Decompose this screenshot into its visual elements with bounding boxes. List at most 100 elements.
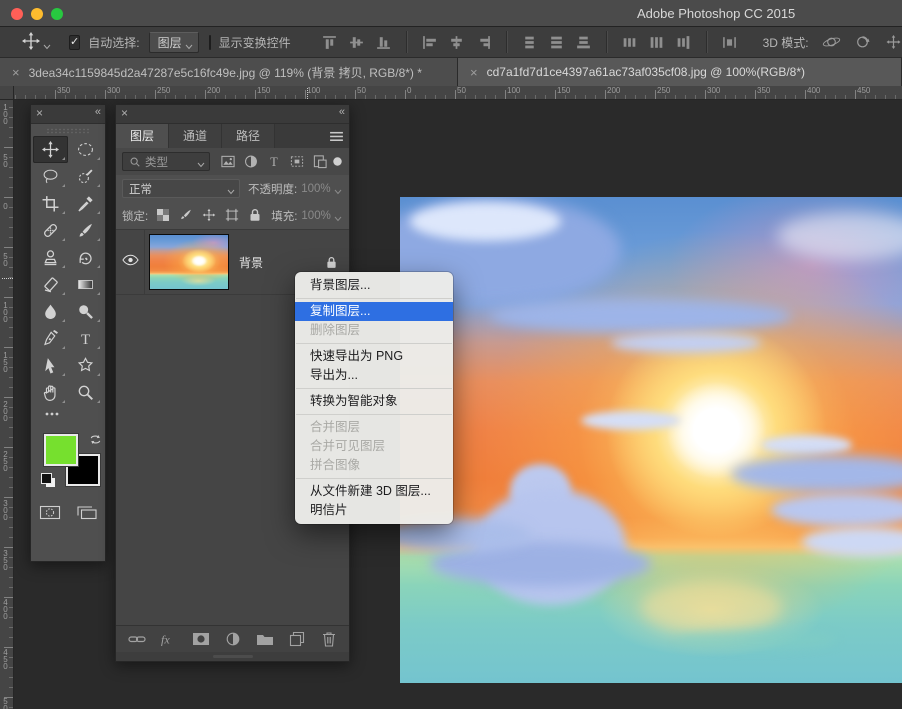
dist-spacing-icon[interactable]: [721, 34, 738, 51]
foreground-color-swatch[interactable]: [44, 434, 78, 466]
tool-blur[interactable]: [33, 298, 68, 325]
zoom-window-button[interactable]: [51, 8, 63, 20]
roll-3d-icon[interactable]: [853, 34, 872, 50]
document-tab-1[interactable]: ×3dea34c1159845d2a47287e5c16fc49e.jpg @ …: [0, 58, 458, 86]
close-icon[interactable]: ×: [36, 106, 43, 120]
new-layer-icon[interactable]: [288, 631, 306, 647]
panel-menu-icon[interactable]: [323, 124, 349, 148]
canvas-image[interactable]: [400, 197, 902, 683]
tool-spot-healing-brush[interactable]: [33, 217, 68, 244]
blend-mode-dropdown[interactable]: 正常: [122, 179, 240, 198]
dist-top-icon[interactable]: [521, 34, 538, 51]
tool-lasso[interactable]: [33, 163, 68, 190]
screen-mode-button[interactable]: [76, 504, 98, 526]
align-vcenter-icon[interactable]: [348, 34, 365, 51]
toolbox-header[interactable]: × «: [31, 105, 105, 124]
panel-grip[interactable]: [46, 128, 90, 134]
tool-dodge[interactable]: [68, 298, 103, 325]
lock-transparent-icon[interactable]: [156, 208, 171, 223]
horizontal-ruler[interactable]: 3503002502001501005005010015020025030035…: [14, 86, 902, 100]
context-menu-item[interactable]: 导出为...: [295, 366, 453, 385]
delete-layer-icon[interactable]: [320, 631, 338, 647]
type-layer-filter-icon[interactable]: T: [266, 154, 284, 170]
filter-toggle-icon[interactable]: [332, 156, 343, 167]
panel-resize-handle[interactable]: [116, 652, 349, 661]
orbit-3d-icon[interactable]: [822, 34, 841, 50]
lock-artboard-icon[interactable]: [225, 208, 240, 223]
layer-visibility-toggle[interactable]: [116, 230, 145, 294]
add-layer-mask-icon[interactable]: [192, 631, 210, 647]
dist-right-icon[interactable]: [675, 34, 692, 51]
shape-layer-filter-icon[interactable]: [289, 154, 307, 170]
context-menu-item[interactable]: 明信片: [295, 501, 453, 520]
tool-pen[interactable]: [33, 325, 68, 352]
collapse-icon[interactable]: «: [339, 106, 344, 118]
context-menu-item[interactable]: 转换为智能对象: [295, 392, 453, 411]
layer-style-icon[interactable]: fx: [160, 631, 178, 647]
align-hcenter-icon[interactable]: [448, 34, 465, 51]
filter-type-dropdown[interactable]: 类型: [122, 152, 210, 171]
panel-tab-图层[interactable]: 图层: [116, 124, 169, 148]
adjustment-layer-filter-icon[interactable]: [243, 154, 261, 170]
close-window-button[interactable]: [11, 8, 23, 20]
tool-zoom[interactable]: [68, 379, 103, 406]
panel-tab-路径[interactable]: 路径: [222, 124, 275, 148]
opacity-value[interactable]: 100%: [301, 183, 330, 195]
tool-brush[interactable]: [68, 217, 103, 244]
close-icon[interactable]: ×: [121, 106, 128, 120]
vertical-ruler[interactable]: 10050050100150200250300350400450500: [0, 100, 14, 709]
new-adjustment-layer-icon[interactable]: [224, 631, 242, 647]
swap-colors-icon[interactable]: [88, 432, 103, 447]
tool-quick-selection[interactable]: [68, 163, 103, 190]
align-left-icon[interactable]: [421, 34, 438, 51]
tool-eraser[interactable]: [33, 271, 68, 298]
ruler-corner[interactable]: [0, 86, 14, 100]
tool-elliptical-marquee[interactable]: [68, 136, 103, 163]
context-menu-item[interactable]: 快速导出为 PNG: [295, 347, 453, 366]
context-menu-item[interactable]: 复制图层...: [295, 302, 453, 321]
tool-move[interactable]: [33, 136, 68, 163]
pixel-layer-filter-icon[interactable]: [220, 154, 238, 170]
lock-position-icon[interactable]: [202, 208, 217, 223]
align-top-icon[interactable]: [321, 34, 338, 51]
smart-object-filter-icon[interactable]: [312, 154, 330, 170]
close-tab-icon[interactable]: ×: [470, 65, 478, 80]
tool-crop[interactable]: [33, 190, 68, 217]
tool-hand[interactable]: [33, 379, 68, 406]
tool-custom-shape[interactable]: [68, 352, 103, 379]
align-right-icon[interactable]: [475, 34, 492, 51]
move-tool-icon[interactable]: [22, 32, 51, 53]
fill-value[interactable]: 100%: [301, 210, 330, 222]
tool-eyedropper[interactable]: [68, 190, 103, 217]
tool-gradient[interactable]: [68, 271, 103, 298]
dist-hcenter-icon[interactable]: [648, 34, 665, 51]
auto-select-target-dropdown[interactable]: 图层: [149, 32, 199, 53]
tool-clone-stamp[interactable]: [33, 244, 68, 271]
lock-paint-icon[interactable]: [179, 208, 194, 223]
link-layers-icon[interactable]: [128, 631, 146, 647]
document-tab-2[interactable]: ×cd7a1fd7d1ce4397a61ac73af035cf08.jpg @ …: [458, 58, 902, 86]
dist-vcenter-icon[interactable]: [548, 34, 565, 51]
panel-tab-通道[interactable]: 通道: [169, 124, 222, 148]
collapse-icon[interactable]: «: [95, 106, 100, 118]
new-group-icon[interactable]: [256, 631, 274, 647]
titlebar[interactable]: Adobe Photoshop CC 2015: [0, 0, 902, 27]
pan-3d-icon[interactable]: [884, 34, 902, 50]
minimize-window-button[interactable]: [31, 8, 43, 20]
close-tab-icon[interactable]: ×: [12, 65, 20, 80]
layer-name[interactable]: 背景: [239, 254, 263, 271]
quick-mask-button[interactable]: [39, 504, 61, 526]
auto-select-checkbox[interactable]: ✓: [69, 35, 80, 50]
dist-left-icon[interactable]: [621, 34, 638, 51]
dist-bottom-icon[interactable]: [575, 34, 592, 51]
align-bottom-icon[interactable]: [375, 34, 392, 51]
show-transform-checkbox[interactable]: [209, 35, 211, 50]
tool-type[interactable]: T: [68, 325, 103, 352]
context-menu-item[interactable]: 从文件新建 3D 图层...: [295, 482, 453, 501]
tool-history-brush[interactable]: [68, 244, 103, 271]
edit-toolbar-button[interactable]: [34, 406, 69, 426]
layers-panel-header[interactable]: × «: [116, 105, 349, 124]
lock-all-icon[interactable]: [248, 208, 263, 223]
layer-thumbnail[interactable]: [149, 234, 229, 290]
default-colors-icon[interactable]: [41, 473, 52, 484]
